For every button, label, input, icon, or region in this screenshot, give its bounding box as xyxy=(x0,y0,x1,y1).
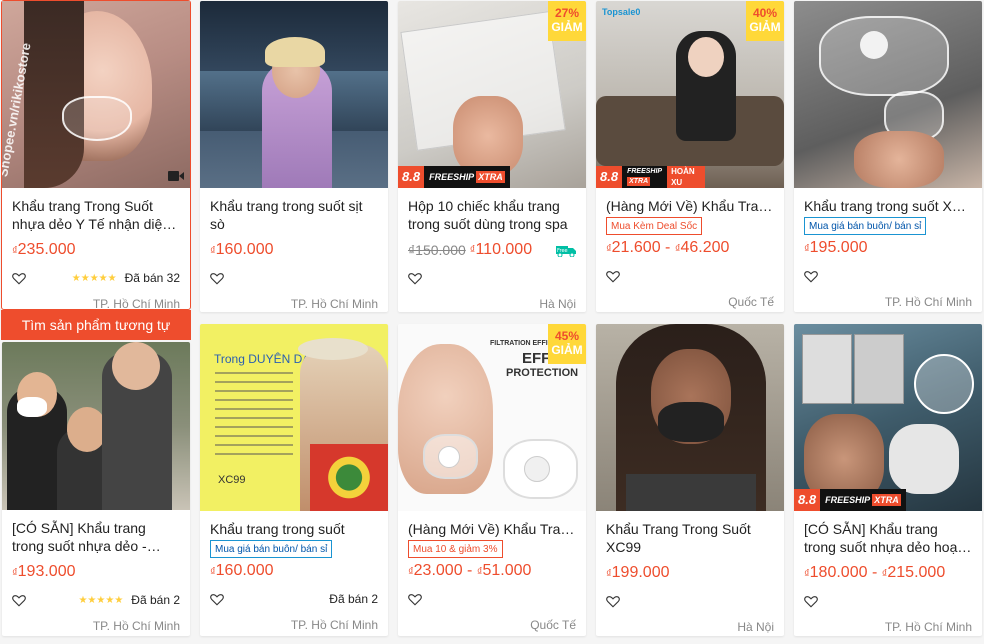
product-image[interactable] xyxy=(200,1,388,188)
product-price: ₫160.000 xyxy=(210,239,378,261)
product-price: ₫150.000 ₫ 110.000 Free xyxy=(408,239,576,261)
heart-icon[interactable] xyxy=(804,595,818,608)
price-value: 160.000 xyxy=(215,241,274,258)
product-price: ₫160.000 xyxy=(210,560,378,582)
location: TP. Hồ Chí Minh xyxy=(92,297,180,311)
discount-badge: 27% GIẢM xyxy=(548,1,586,41)
product-card[interactable]: FILTRATION EFFICI EFFE PROTECTION 45% GIẢ… xyxy=(398,324,586,636)
product-price: ₫195.000 xyxy=(804,237,972,259)
freeship-badge: 8.8 FREESHIP XTRA xyxy=(794,489,906,511)
price-value: 21.600 xyxy=(611,239,661,256)
price-value: 235.000 xyxy=(17,241,76,258)
freeship-badge: 8.8 FREESHIP XTRA xyxy=(398,166,510,188)
heart-icon[interactable] xyxy=(12,594,26,607)
promo-tag: Mua 10 & giảm 3% xyxy=(408,540,503,558)
shop-logo: Topsale0 xyxy=(602,7,641,17)
location: TP. Hồ Chí Minh xyxy=(884,620,972,634)
product-title[interactable]: Khẩu Trang Trong Suốt XC99 xyxy=(606,520,774,556)
product-title[interactable]: Khẩu trang trong suốt XC99 xyxy=(804,197,972,215)
product-price: ₫193.000 xyxy=(12,561,180,583)
heart-icon[interactable] xyxy=(408,272,422,285)
product-title[interactable]: [CÓ SẴN] Khẩu trang trong suốt nhựa dẻo … xyxy=(12,519,180,555)
product-card[interactable]: Topsale0 40% GIẢM 8.8 FREESHIP XTRA HOÀN XU … xyxy=(596,1,784,312)
product-price: ₫199.000 xyxy=(606,562,774,584)
sold-count: Đã bán 32 xyxy=(124,271,180,285)
location: Hà Nội xyxy=(539,297,576,311)
product-card[interactable]: Khẩu trang trong suốt sịt sò ₫160.000 TP… xyxy=(200,1,388,312)
free-shipping-truck-icon: Free xyxy=(556,246,576,257)
heart-icon[interactable] xyxy=(210,272,224,285)
product-card[interactable]: Trong DUYÊN DÁNG XC99 Khẩu trang trong s… xyxy=(200,324,388,636)
rating-stars-icon: ★★★★★ xyxy=(78,594,124,606)
product-title[interactable]: [CÓ SẴN] Khẩu trang trong suốt nhựa dẻo … xyxy=(804,520,972,556)
product-image[interactable] xyxy=(596,324,784,511)
product-title[interactable]: Khẩu trang Trong Suốt nhựa dẻo Y Tế nhận… xyxy=(12,197,180,233)
product-grid: Shopee.vn/rikikostore Khẩu trang Trong S… xyxy=(0,0,984,644)
price-value: 195.000 xyxy=(809,239,868,256)
heart-icon[interactable] xyxy=(408,593,422,606)
product-image[interactable] xyxy=(2,342,190,510)
video-icon xyxy=(168,171,184,181)
product-price: ₫21.600 - ₫46.200 xyxy=(606,239,730,256)
price-value: 160.000 xyxy=(215,562,274,579)
image-subheading: PROTECTION xyxy=(506,367,579,379)
location: TP. Hồ Chí Minh xyxy=(290,618,378,632)
product-image[interactable] xyxy=(794,1,982,188)
image-heading: FILTRATION EFFICI xyxy=(490,340,555,347)
location: TP. Hồ Chí Minh xyxy=(92,619,180,633)
freeship-badge: 8.8FREESHIPXTRAHOÀN XU XTRA xyxy=(596,166,706,188)
price-value: 199.000 xyxy=(611,564,670,581)
product-price: ₫180.000 - ₫215.000 xyxy=(804,564,946,581)
product-title[interactable]: Khẩu trang trong suốt xyxy=(210,520,378,538)
product-title[interactable]: Hộp 10 chiếc khẩu trang trong suốt dùng … xyxy=(408,197,576,233)
product-card[interactable]: Shopee.vn/rikikostore Khẩu trang Trong S… xyxy=(1,0,191,340)
heart-icon[interactable] xyxy=(606,595,620,608)
sold-count: Đã bán 2 xyxy=(131,593,180,607)
heart-icon[interactable] xyxy=(210,593,224,606)
price-value: 180.000 xyxy=(809,564,868,581)
price-value: 23.000 xyxy=(413,562,463,579)
location: TP. Hồ Chí Minh xyxy=(884,295,972,309)
discount-badge: 40% GIẢM xyxy=(746,1,784,41)
find-similar-button[interactable]: Tìm sản phẩm tương tự xyxy=(1,310,191,340)
location: Hà Nội xyxy=(737,620,774,634)
product-card[interactable]: [CÓ SẴN] Khẩu trang trong suốt nhựa dẻo … xyxy=(2,342,190,636)
promo-tag: Mua Kèm Deal Sốc xyxy=(606,217,703,235)
product-price: ₫23.000 - ₫51.000 xyxy=(408,562,532,579)
wholesale-tag: Mua giá bán buôn/ bán sỉ xyxy=(804,217,927,235)
discount-badge: 45% GIẢM xyxy=(548,324,586,364)
product-title[interactable]: Khẩu trang trong suốt sịt sò xyxy=(210,197,378,233)
product-image[interactable]: 8.8 FREESHIP XTRA xyxy=(794,324,982,511)
location: Quốc Tế xyxy=(728,295,774,309)
product-card[interactable]: Khẩu trang trong suốt XC99 Mua giá bán b… xyxy=(794,1,982,312)
product-image[interactable]: Trong DUYÊN DÁNG XC99 xyxy=(200,324,388,511)
location: Quốc Tế xyxy=(530,618,576,632)
product-card[interactable]: 8.8 FREESHIP XTRA [CÓ SẴN] Khẩu trang tro… xyxy=(794,324,982,636)
heart-icon[interactable] xyxy=(606,270,620,283)
price-value: 193.000 xyxy=(17,563,76,580)
product-title[interactable]: (Hàng Mới Về) Khẩu Trang Trong Suốt xyxy=(606,197,774,215)
product-image[interactable]: FILTRATION EFFICI EFFE PROTECTION 45% GIẢ… xyxy=(398,324,586,511)
product-card[interactable]: 27% GIẢM 8.8 FREESHIP XTRA Hộp 10 chiếc kh… xyxy=(398,1,586,312)
original-price: ₫150.000 xyxy=(408,242,466,258)
price-max: 51.000 xyxy=(482,562,532,579)
sold-count: Đã bán 2 xyxy=(329,592,378,606)
wholesale-tag: Mua giá bán buôn/ bán sỉ xyxy=(210,540,333,558)
product-image[interactable]: Topsale0 40% GIẢM 8.8 FREESHIP XTRA HOÀN XU … xyxy=(596,1,784,188)
product-image[interactable]: 27% GIẢM 8.8 FREESHIP XTRA xyxy=(398,1,586,188)
product-title[interactable]: (Hàng Mới Về) Khẩu Trang Trong Suốt xyxy=(408,520,576,538)
product-card[interactable]: Khẩu Trang Trong Suốt XC99 ₫199.000 Hà N… xyxy=(596,324,784,636)
heart-icon[interactable] xyxy=(12,272,26,285)
price-max: 46.200 xyxy=(680,239,730,256)
price-value: 110.000 xyxy=(475,241,533,258)
heart-icon[interactable] xyxy=(804,270,818,283)
location: TP. Hồ Chí Minh xyxy=(290,297,378,311)
rating-stars-icon: ★★★★★ xyxy=(71,272,117,284)
price-max: 215.000 xyxy=(887,564,946,581)
product-price: ₫235.000 xyxy=(12,239,180,261)
product-image[interactable]: Shopee.vn/rikikostore xyxy=(2,1,190,188)
image-caption: XC99 xyxy=(218,474,246,486)
svg-text:Free: Free xyxy=(557,248,568,254)
